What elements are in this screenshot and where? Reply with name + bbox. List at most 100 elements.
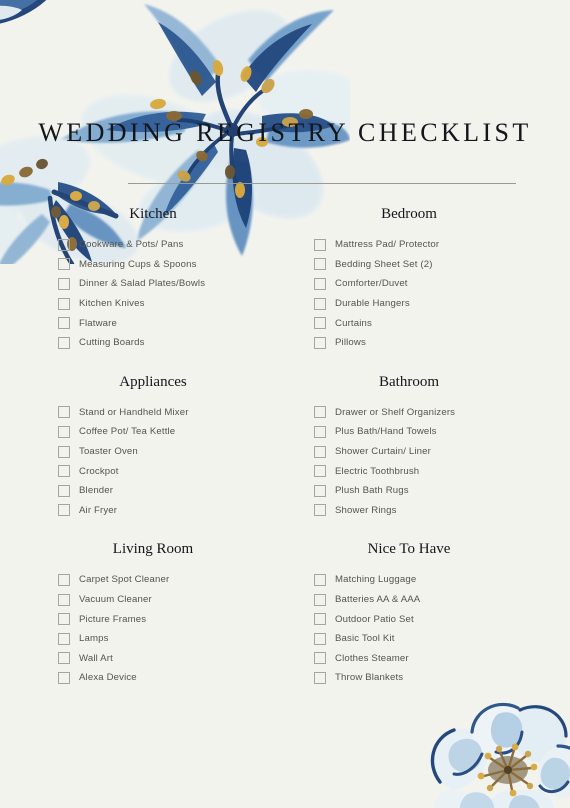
checkbox-icon[interactable] — [58, 258, 70, 271]
checklist-item[interactable]: Outdoor Patio Set — [314, 609, 570, 629]
checkbox-icon[interactable] — [314, 406, 326, 419]
checklist-item[interactable]: Measuring Cups & Spoons — [58, 255, 285, 275]
checklist-list: Stand or Handheld Mixer Coffee Pot/ Tea K… — [58, 403, 285, 521]
checkbox-icon[interactable] — [314, 277, 326, 290]
checklist-item[interactable]: Blender — [58, 481, 285, 501]
checklist-item-label: Pillows — [335, 337, 366, 349]
checklist-item-label: Cookware & Pots/ Pans — [79, 239, 184, 251]
checklist-item[interactable]: Drawer or Shelf Organizers — [314, 403, 570, 423]
watercolor-floral-bottom-right-icon — [430, 702, 570, 808]
checkbox-icon[interactable] — [58, 573, 70, 586]
checklist-item[interactable]: Bedding Sheet Set (2) — [314, 255, 570, 275]
checkbox-icon[interactable] — [314, 613, 326, 626]
checklist-item-label: Clothes Steamer — [335, 652, 409, 664]
checklist-item[interactable]: Pillows — [314, 333, 570, 353]
checklist-item[interactable]: Wall Art — [58, 649, 285, 669]
checklist-item[interactable]: Air Fryer — [58, 501, 285, 521]
checkbox-icon[interactable] — [314, 671, 326, 684]
checkbox-icon[interactable] — [314, 425, 326, 438]
checkbox-icon[interactable] — [314, 297, 326, 310]
checklist-item-label: Throw Blankets — [335, 672, 404, 684]
checkbox-icon[interactable] — [58, 652, 70, 665]
checklist-item[interactable]: Flatware — [58, 313, 285, 333]
checkbox-icon[interactable] — [314, 573, 326, 586]
checklist-section-living-room: Living Room Carpet Spot Cleaner Vacuum Cle… — [0, 541, 285, 688]
checklist-list: Matching Luggage Batteries AA & AAA Outdoo… — [314, 570, 570, 688]
checklist-item[interactable]: Coffee Pot/ Tea Kettle — [58, 422, 285, 442]
checklist-item-label: Lamps — [79, 633, 109, 645]
checkbox-icon[interactable] — [58, 445, 70, 458]
checklist-item[interactable]: Picture Frames — [58, 609, 285, 629]
checklist-item[interactable]: Electric Toothbrush — [314, 461, 570, 481]
checklist-item[interactable]: Lamps — [58, 629, 285, 649]
checklist-item[interactable]: Plush Bath Rugs — [314, 481, 570, 501]
checkbox-icon[interactable] — [58, 671, 70, 684]
checklist-item[interactable]: Crockpot — [58, 461, 285, 481]
checkbox-icon[interactable] — [58, 484, 70, 497]
checklist-item-label: Drawer or Shelf Organizers — [335, 406, 456, 418]
checkbox-icon[interactable] — [58, 593, 70, 606]
checklist-item[interactable]: Batteries AA & AAA — [314, 590, 570, 610]
checkbox-icon[interactable] — [58, 406, 70, 419]
checklist-item[interactable]: Toaster Oven — [58, 442, 285, 462]
checklist-item-label: Stand or Handheld Mixer — [79, 406, 189, 418]
checklist-item-label: Outdoor Patio Set — [335, 613, 414, 625]
section-heading: Living Room — [112, 541, 194, 558]
checklist-item[interactable]: Kitchen Knives — [58, 294, 285, 314]
checkbox-icon[interactable] — [314, 632, 326, 645]
section-heading: Kitchen — [129, 206, 177, 222]
checkbox-icon[interactable] — [314, 465, 326, 478]
checklist-item[interactable]: Plus Bath/Hand Towels — [314, 422, 570, 442]
section-heading: Nice To Have — [367, 541, 451, 558]
checkbox-icon[interactable] — [314, 238, 326, 251]
checklist-item[interactable]: Comforter/Duvet — [314, 274, 570, 294]
checkbox-icon[interactable] — [58, 277, 70, 290]
checkbox-icon[interactable] — [314, 484, 326, 497]
checkbox-icon[interactable] — [58, 425, 70, 438]
checkbox-icon[interactable] — [314, 504, 326, 517]
checklist-item-label: Measuring Cups & Spoons — [79, 258, 197, 270]
checklist-item[interactable]: Carpet Spot Cleaner — [58, 570, 285, 590]
checkbox-icon[interactable] — [314, 445, 326, 458]
checkbox-icon[interactable] — [58, 297, 70, 310]
checkbox-icon[interactable] — [314, 317, 326, 330]
checkbox-icon[interactable] — [314, 336, 326, 349]
checkbox-icon[interactable] — [58, 613, 70, 626]
checklist-item[interactable]: Cutting Boards — [58, 333, 285, 353]
checkbox-icon[interactable] — [314, 258, 326, 271]
checklist-item-label: Air Fryer — [79, 504, 118, 516]
checklist-item-label: Crockpot — [79, 465, 119, 477]
checklist-item[interactable]: Stand or Handheld Mixer — [58, 403, 285, 423]
checklist-section-kitchen: Kitchen Cookware & Pots/ Pans Measuring Cu… — [0, 206, 285, 353]
checklist-section-bedroom: Bedroom Mattress Pad/ Protector Bedding Sh… — [285, 206, 570, 353]
checkbox-icon[interactable] — [58, 632, 70, 645]
section-heading: Bedroom — [381, 206, 437, 222]
checklist-item[interactable]: Mattress Pad/ Protector — [314, 235, 570, 255]
checkbox-icon[interactable] — [58, 238, 70, 251]
checklist-item[interactable]: Basic Tool Kit — [314, 629, 570, 649]
checkbox-icon[interactable] — [58, 504, 70, 517]
checklist-item[interactable]: Shower Rings — [314, 501, 570, 521]
checklist-item[interactable]: Dinner & Salad Plates/Bowls — [58, 274, 285, 294]
checklist-item[interactable]: Alexa Device — [58, 668, 285, 688]
checkbox-icon[interactable] — [314, 652, 326, 665]
checklist-item-label: Cutting Boards — [79, 337, 145, 349]
checklist-item[interactable]: Curtains — [314, 313, 570, 333]
checklist-section-appliances: Appliances Stand or Handheld Mixer Coffee … — [0, 374, 285, 521]
checkbox-icon[interactable] — [58, 317, 70, 330]
checkbox-icon[interactable] — [58, 336, 70, 349]
checklist-item[interactable]: Clothes Steamer — [314, 649, 570, 669]
checklist-item[interactable]: Cookware & Pots/ Pans — [58, 235, 285, 255]
checklist-item[interactable]: Throw Blankets — [314, 668, 570, 688]
checkbox-icon[interactable] — [314, 593, 326, 606]
checklist-item-label: Durable Hangers — [335, 298, 410, 310]
checkbox-icon[interactable] — [58, 465, 70, 478]
checklist-item[interactable]: Vacuum Cleaner — [58, 590, 285, 610]
checklist-section-nice-to-have: Nice To Have Matching Luggage Batteries AA… — [285, 541, 570, 688]
wedding-registry-checklist-page: WEDDING REGISTRY CHECKLIST Kitchen Cookwa… — [0, 0, 570, 808]
checklist-item[interactable]: Durable Hangers — [314, 294, 570, 314]
checklist-item[interactable]: Shower Curtain/ Liner — [314, 442, 570, 462]
checklist-item[interactable]: Matching Luggage — [314, 570, 570, 590]
checklist-item-label: Vacuum Cleaner — [79, 594, 152, 606]
checklist-item-label: Batteries AA & AAA — [335, 594, 421, 606]
